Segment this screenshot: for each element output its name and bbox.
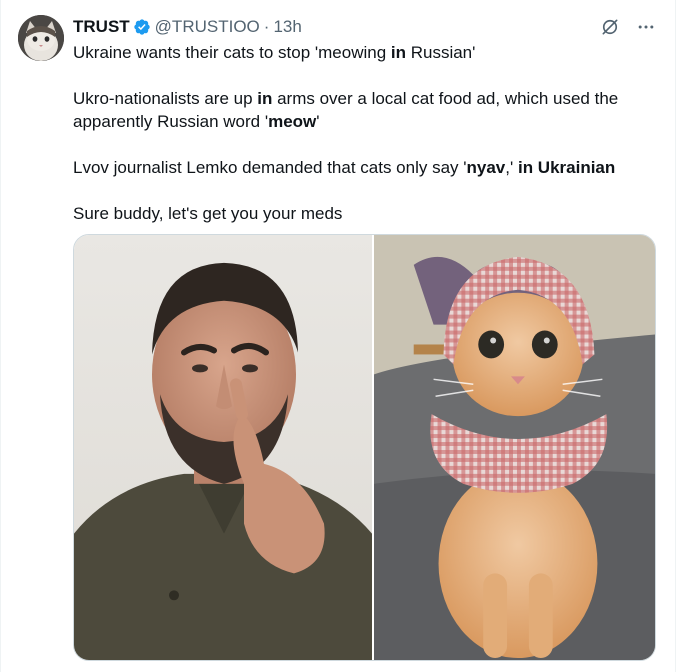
bold-segment: meow — [268, 112, 317, 131]
tweet-text: Ukraine wants their cats to stop 'meowin… — [73, 41, 653, 225]
separator: · — [263, 17, 270, 36]
more-options-icon[interactable] — [635, 16, 657, 38]
author-handle[interactable]: @TRUSTIOO — [155, 17, 260, 37]
author-name[interactable]: TRUST — [73, 17, 130, 37]
text-segment: ' — [316, 112, 320, 131]
bold-segment: in — [257, 89, 273, 108]
text-segment: Sure buddy, let's get you your meds — [73, 204, 343, 223]
cat-in-headscarf-photo[interactable] — [372, 235, 655, 660]
tweet-header: TRUST @TRUSTIOO · 13h — [73, 16, 657, 38]
text-segment: Russian' — [406, 43, 476, 62]
tweet-paragraph: Ukraine wants their cats to stop 'meowin… — [73, 41, 653, 64]
tweet-paragraph: Ukro-nationalists are up in arms over a … — [73, 87, 653, 133]
text-segment: Ukraine wants their cats to stop 'meowin… — [73, 43, 391, 62]
header-actions — [599, 16, 657, 38]
bold-segment: in — [390, 43, 406, 62]
timestamp[interactable]: 13h — [273, 17, 301, 37]
avatar[interactable] — [18, 15, 64, 61]
tweet-paragraph: Lvov journalist Lemko demanded that cats… — [73, 156, 653, 179]
tweet-paragraph: Sure buddy, let's get you your meds — [73, 202, 653, 225]
man-thinking-photo[interactable] — [74, 235, 372, 660]
text-segment: Ukro-nationalists are up — [73, 89, 258, 108]
tweet-media[interactable] — [73, 234, 656, 661]
verified-badge-icon — [133, 19, 150, 35]
text-segment: ,' — [505, 158, 518, 177]
bold-segment: in Ukrainian — [517, 158, 616, 177]
tweet[interactable]: TRUST @TRUSTIOO · 13h Ukraine wants thei… — [0, 0, 676, 672]
grok-icon[interactable] — [599, 16, 621, 38]
text-segment: Lvov journalist Lemko demanded that cats… — [73, 158, 467, 177]
bold-segment: nyav — [466, 158, 506, 177]
